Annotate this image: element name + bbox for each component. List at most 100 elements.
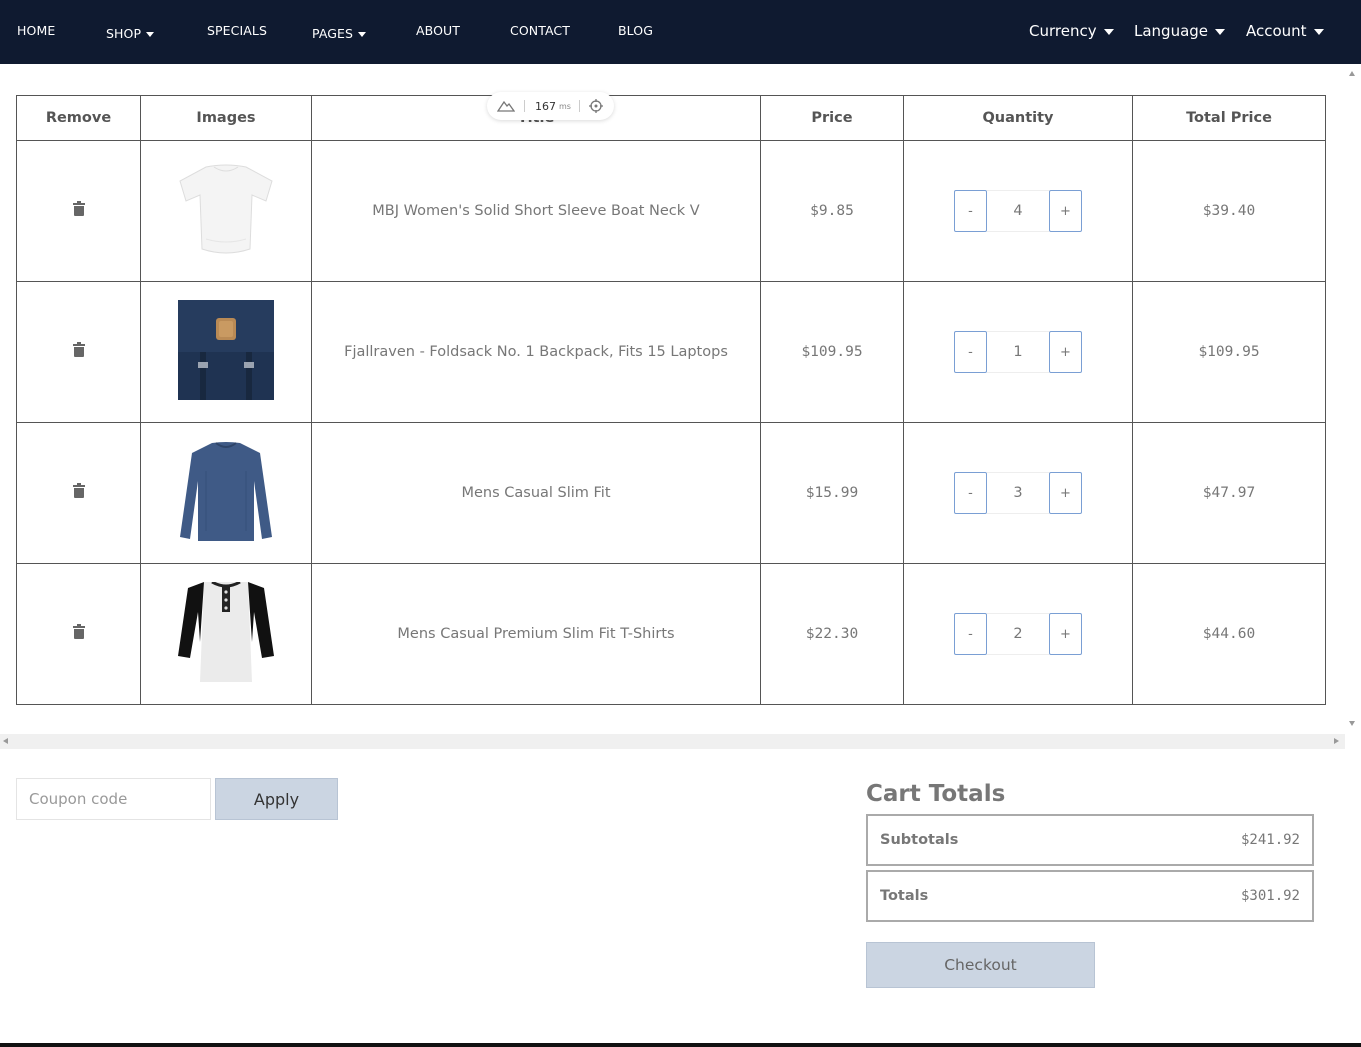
nav-shop[interactable]: SHOP xyxy=(106,26,155,41)
product-image-raglan-henley-shirt[interactable] xyxy=(176,580,276,682)
nav-contact[interactable]: CONTACT xyxy=(510,23,570,38)
subtotals-row: Subtotals $241.92 xyxy=(866,814,1314,866)
product-image-white-womens-top[interactable] xyxy=(176,159,276,259)
product-title[interactable]: MBJ Women's Solid Short Sleeve Boat Neck… xyxy=(311,140,761,282)
coupon-code-input[interactable] xyxy=(16,778,211,820)
product-title[interactable]: Mens Casual Premium Slim Fit T-Shirts xyxy=(311,563,761,705)
apply-coupon-button[interactable]: Apply xyxy=(215,778,338,820)
image-cell xyxy=(140,281,312,423)
increase-quantity-button[interactable]: + xyxy=(1049,472,1082,514)
caret-down-icon xyxy=(1103,28,1114,35)
account-dropdown[interactable]: Account xyxy=(1246,22,1324,40)
quantity-cell: - 3 + xyxy=(903,422,1133,564)
nav-blog[interactable]: BLOG xyxy=(618,23,653,38)
decrease-quantity-button[interactable]: - xyxy=(954,472,987,514)
nav-pages[interactable]: PAGES xyxy=(312,26,367,41)
quantity-value[interactable]: 4 xyxy=(987,190,1049,232)
table-row: Mens Casual Premium Slim Fit T-Shirts $2… xyxy=(16,563,1326,705)
quantity-value[interactable]: 2 xyxy=(987,613,1049,655)
performance-widget[interactable]: 167 ms xyxy=(487,92,614,120)
totals-row: Totals $301.92 xyxy=(866,870,1314,922)
scroll-down-arrow-icon[interactable] xyxy=(1349,721,1355,726)
table-row: Fjallraven - Foldsack No. 1 Backpack, Fi… xyxy=(16,281,1326,423)
nav-pages-label: PAGES xyxy=(312,26,354,41)
top-navbar: HOME SHOP SPECIALS PAGES ABOUT CONTACT B… xyxy=(0,0,1361,64)
scroll-left-arrow-icon[interactable] xyxy=(3,738,8,744)
caret-down-icon xyxy=(1215,28,1226,35)
quantity-value[interactable]: 1 xyxy=(987,331,1049,373)
nav-about[interactable]: ABOUT xyxy=(416,23,460,38)
separator xyxy=(578,100,580,112)
scroll-right-arrow-icon[interactable] xyxy=(1334,738,1339,744)
subtotals-label: Subtotals xyxy=(880,832,959,848)
increase-quantity-button[interactable]: + xyxy=(1049,190,1082,232)
checkout-button[interactable]: Checkout xyxy=(866,942,1095,988)
mountain-icon xyxy=(496,100,516,112)
row-total-price: $109.95 xyxy=(1132,281,1326,423)
product-image-blue-long-sleeve-shirt[interactable] xyxy=(176,441,276,541)
row-total-price: $39.40 xyxy=(1132,140,1326,282)
header-price: Price xyxy=(760,95,904,141)
table-header-row: Remove Images Title Price Quantity Total… xyxy=(16,95,1326,141)
quantity-value[interactable]: 3 xyxy=(987,472,1049,514)
increase-quantity-button[interactable]: + xyxy=(1049,613,1082,655)
quantity-stepper: - 3 + xyxy=(954,472,1082,514)
separator xyxy=(524,100,525,112)
image-cell xyxy=(140,563,312,705)
quantity-stepper: - 2 + xyxy=(954,613,1082,655)
remove-cell xyxy=(16,422,141,564)
quantity-stepper: - 4 + xyxy=(954,190,1082,232)
caret-down-icon xyxy=(358,32,367,37)
scroll-up-arrow-icon[interactable] xyxy=(1349,71,1355,76)
cart-table-container: Remove Images Title Price Quantity Total… xyxy=(0,64,1361,750)
nav-specials-label: SPECIALS xyxy=(207,23,268,38)
remove-cell xyxy=(16,140,141,282)
quantity-cell: - 4 + xyxy=(903,140,1133,282)
account-label: Account xyxy=(1246,22,1307,40)
target-icon[interactable] xyxy=(588,99,603,113)
totals-label: Totals xyxy=(880,888,929,904)
quantity-cell: - 1 + xyxy=(903,281,1133,423)
nav-specials[interactable]: SPECIALS xyxy=(207,23,267,38)
header-total-price: Total Price xyxy=(1132,95,1326,141)
nav-shop-label: SHOP xyxy=(106,26,142,41)
trash-icon[interactable] xyxy=(72,624,85,639)
language-dropdown[interactable]: Language xyxy=(1134,22,1226,40)
caret-down-icon xyxy=(1313,28,1324,35)
increase-quantity-button[interactable]: + xyxy=(1049,331,1082,373)
product-price: $15.99 xyxy=(760,422,904,564)
currency-dropdown[interactable]: Currency xyxy=(1029,22,1114,40)
remove-cell xyxy=(16,281,141,423)
nav-contact-label: CONTACT xyxy=(510,23,570,38)
nav-home-label: HOME xyxy=(17,23,56,38)
product-title[interactable]: Fjallraven - Foldsack No. 1 Backpack, Fi… xyxy=(311,281,761,423)
perf-value: 167 xyxy=(535,99,556,113)
product-price: $22.30 xyxy=(760,563,904,705)
nav-about-label: ABOUT xyxy=(416,23,461,38)
decrease-quantity-button[interactable]: - xyxy=(954,613,987,655)
quantity-cell: - 2 + xyxy=(903,563,1133,705)
quantity-stepper: - 1 + xyxy=(954,331,1082,373)
product-title[interactable]: Mens Casual Slim Fit xyxy=(311,422,761,564)
image-cell xyxy=(140,422,312,564)
table-row: Mens Casual Slim Fit $15.99 - 3 + $47.97 xyxy=(16,422,1326,564)
header-remove: Remove xyxy=(16,95,141,141)
subtotals-value: $241.92 xyxy=(1240,832,1300,848)
footer-divider xyxy=(0,1043,1361,1047)
table-row: MBJ Women's Solid Short Sleeve Boat Neck… xyxy=(16,140,1326,282)
remove-cell xyxy=(16,563,141,705)
nav-home[interactable]: HOME xyxy=(17,23,55,38)
cart-table: Remove Images Title Price Quantity Total… xyxy=(16,95,1326,705)
image-cell xyxy=(140,140,312,282)
decrease-quantity-button[interactable]: - xyxy=(954,331,987,373)
product-image-navy-backpack[interactable] xyxy=(176,300,276,400)
totals-value: $301.92 xyxy=(1240,888,1300,904)
trash-icon[interactable] xyxy=(72,201,85,216)
product-price: $9.85 xyxy=(760,140,904,282)
caret-down-icon xyxy=(146,32,155,37)
horizontal-scrollbar[interactable] xyxy=(0,734,1345,749)
product-price: $109.95 xyxy=(760,281,904,423)
trash-icon[interactable] xyxy=(72,483,85,498)
trash-icon[interactable] xyxy=(72,342,85,357)
decrease-quantity-button[interactable]: - xyxy=(954,190,987,232)
